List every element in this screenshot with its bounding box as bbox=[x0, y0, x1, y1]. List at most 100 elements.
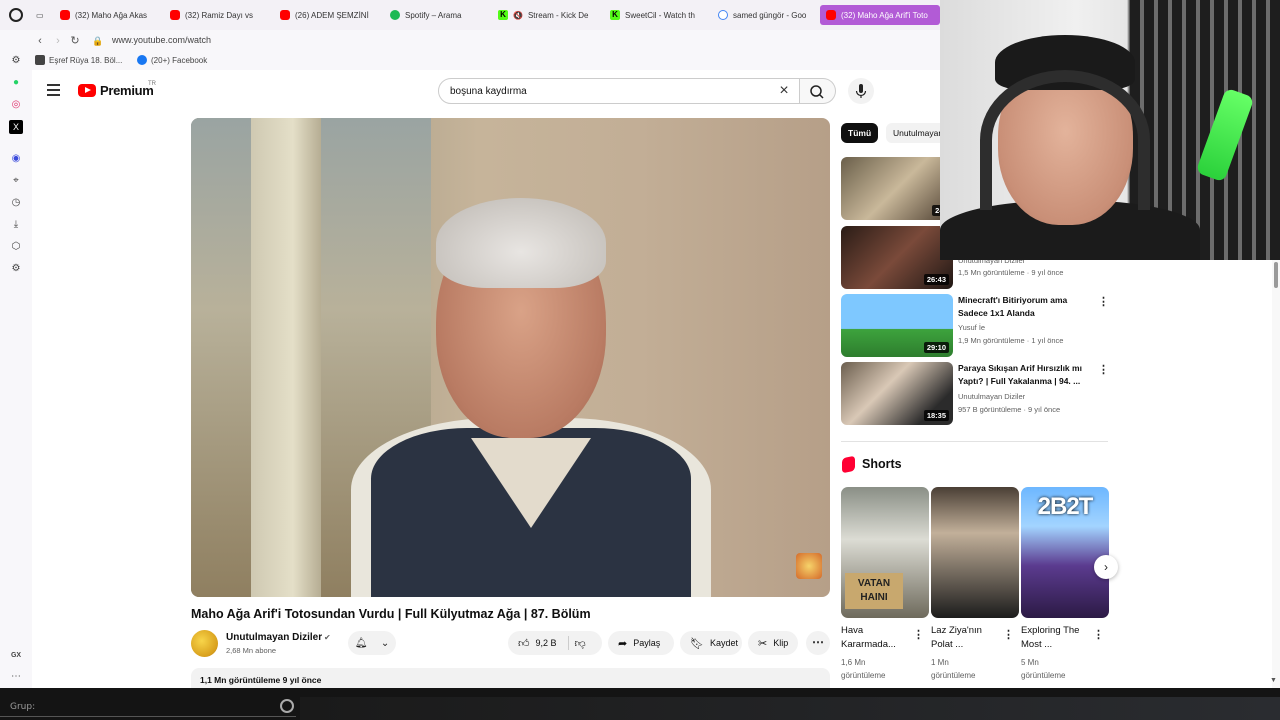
short-title[interactable]: Exploring The Most ... bbox=[1021, 624, 1095, 652]
group-label: Grup: bbox=[10, 702, 36, 712]
google-icon bbox=[718, 10, 728, 20]
tab-5[interactable]: K 🔇 Stream - Kick De bbox=[498, 5, 600, 25]
recommendation-thumbnail[interactable]: 24: bbox=[841, 157, 953, 220]
recommendation-channel[interactable]: Yusuf İe bbox=[958, 323, 985, 332]
search-input[interactable]: boşuna kaydırma bbox=[438, 78, 800, 104]
recommendation-more-icon[interactable]: ⋮ bbox=[1098, 363, 1109, 376]
save-button[interactable]: 🔖︎ Kaydet bbox=[680, 631, 742, 655]
address-bar: ‹ › ↻ 🔒 www.youtube.com/watch bbox=[0, 30, 940, 52]
tab-label: (32) Ramiz Dayı vs bbox=[185, 10, 254, 20]
back-icon[interactable]: ‹ bbox=[32, 33, 48, 49]
scroll-down-icon[interactable]: ▼ bbox=[1270, 677, 1277, 684]
tab-8-active[interactable]: (32) Maho Ağa Arif'i Toto bbox=[820, 5, 940, 25]
youtube-logo[interactable]: Premium bbox=[78, 83, 154, 98]
share-button[interactable]: ➦ Paylaş bbox=[608, 631, 674, 655]
recommendation-meta: 1,5 Mn görüntüleme · 9 yıl önce bbox=[958, 268, 1064, 277]
history-icon[interactable]: ◷ bbox=[9, 196, 23, 210]
like-icon[interactable]: 👍︎ bbox=[518, 637, 530, 650]
tab-2[interactable]: (32) Ramiz Dayı vs bbox=[170, 5, 270, 25]
search-value: boşuna kaydırma bbox=[450, 86, 527, 97]
lock-icon[interactable]: 🔒 bbox=[90, 33, 106, 49]
short-more-icon[interactable]: ⋮ bbox=[1093, 628, 1104, 641]
search-icon bbox=[810, 85, 824, 99]
bookmark-2[interactable]: (20+) Facebook bbox=[137, 55, 207, 65]
taskbar-divider bbox=[0, 716, 296, 717]
extensions-icon[interactable]: ⬡ bbox=[9, 240, 23, 254]
reload-icon[interactable]: ↻ bbox=[67, 33, 83, 49]
recommendation-thumbnail[interactable]: 29:10 bbox=[841, 294, 953, 357]
chip-all[interactable]: Tümü bbox=[841, 123, 879, 143]
bookmark-label: Eşref Rüya 18. Böl... bbox=[49, 55, 123, 65]
recommendation-title[interactable]: Minecraft'ı Bitiriyorum ama Sadece 1x1 A… bbox=[958, 294, 1088, 320]
short-more-icon[interactable]: ⋮ bbox=[1003, 628, 1014, 641]
short-more-icon[interactable]: ⋮ bbox=[913, 628, 924, 641]
muted-speaker-icon[interactable]: 🔇 bbox=[513, 11, 523, 20]
recommendation-meta: 957 B görüntüleme · 9 yıl önce bbox=[958, 405, 1061, 414]
record-icon[interactable] bbox=[280, 699, 294, 713]
section-divider bbox=[841, 441, 1108, 442]
bookmark-1[interactable]: Eşref Rüya 18. Böl... bbox=[35, 55, 122, 65]
recommendation-thumbnail[interactable]: 26:43 bbox=[841, 226, 953, 289]
voice-search-button[interactable] bbox=[848, 78, 874, 104]
tab-7[interactable]: samed güngör - Goo bbox=[718, 5, 818, 25]
tab-4[interactable]: Spotify – Arama bbox=[390, 5, 490, 25]
download-icon[interactable]: ⤓ bbox=[9, 218, 23, 232]
subscription-bell-button[interactable]: 🔔︎ ⌄ bbox=[348, 631, 396, 655]
short-thumbnail[interactable]: 2B2T bbox=[1021, 487, 1109, 618]
menu-icon[interactable] bbox=[47, 84, 61, 96]
search-button[interactable] bbox=[800, 78, 836, 104]
taskbar-area bbox=[300, 697, 1280, 720]
music-player-icon[interactable]: ◉ bbox=[9, 152, 23, 166]
scrollbar[interactable] bbox=[1272, 260, 1280, 688]
channel-avatar[interactable] bbox=[191, 630, 218, 657]
short-title[interactable]: Laz Ziya'nın Polat ... bbox=[931, 624, 1005, 652]
tab-label: (32) Maho Ağa Akas bbox=[75, 10, 148, 20]
scrollbar-thumb[interactable] bbox=[1274, 262, 1278, 288]
recommendation-title[interactable]: Paraya Sıkışan Arif Hırsızlık mı Yaptı? … bbox=[958, 362, 1088, 388]
logo-text: Premium bbox=[100, 83, 154, 98]
youtube-icon bbox=[60, 10, 70, 20]
workspace-icon[interactable]: ▭ bbox=[36, 5, 50, 25]
url-field[interactable]: www.youtube.com/watch bbox=[112, 35, 211, 45]
short-thumbnail[interactable]: VATAN HAINI bbox=[841, 487, 929, 618]
video-title: Maho Ağa Arif'i Totosundan Vurdu | Full … bbox=[191, 607, 591, 621]
tab-label: Stream - Kick De bbox=[527, 10, 589, 20]
channel-watermark-icon[interactable] bbox=[796, 553, 822, 579]
tab-3[interactable]: (26) ADEM ŞEMZİNİ bbox=[280, 5, 380, 25]
video-player[interactable] bbox=[191, 118, 830, 597]
chevron-right-icon[interactable]: › bbox=[1094, 555, 1118, 579]
instagram-icon[interactable]: ◎ bbox=[9, 98, 23, 112]
short-thumbnail-text: VATAN HAINI bbox=[845, 573, 903, 609]
recommendation-channel[interactable]: Unutulmayan Diziler bbox=[958, 392, 1025, 401]
recommendation-thumbnail[interactable]: 18:35 bbox=[841, 362, 953, 425]
opera-logo-icon[interactable] bbox=[9, 8, 23, 22]
chip-channel[interactable]: Unutulmayan bbox=[886, 123, 940, 143]
duration-badge: 29:10 bbox=[923, 342, 949, 353]
clip-button[interactable]: ✂ Klip bbox=[748, 631, 798, 655]
sidebar-rail: ⚙ ● ◎ X ◉ ⌖ ◷ ⤓ ⬡ ⚙ GX ⋯ bbox=[0, 46, 32, 696]
clear-search-icon[interactable]: × bbox=[776, 83, 792, 99]
settings-icon[interactable]: ⚙ bbox=[9, 262, 23, 276]
whatsapp-icon[interactable]: ● bbox=[9, 76, 23, 90]
channel-name[interactable]: Unutulmayan Diziler bbox=[226, 632, 322, 643]
pin-icon[interactable]: ⌖ bbox=[9, 174, 23, 188]
forward-icon[interactable]: › bbox=[50, 33, 66, 49]
duration-badge: 18:35 bbox=[923, 410, 949, 421]
gx-icon[interactable]: GX bbox=[9, 649, 23, 663]
short-thumbnail[interactable] bbox=[931, 487, 1019, 618]
x-twitter-icon[interactable]: X bbox=[9, 120, 23, 134]
kick-icon: K bbox=[610, 10, 620, 20]
short-title[interactable]: Hava Kararmada... bbox=[841, 624, 915, 652]
recommendation-more-icon[interactable]: ⋮ bbox=[1098, 295, 1109, 308]
tab-1[interactable]: (32) Maho Ağa Akas bbox=[60, 5, 160, 25]
bookmark-icon bbox=[35, 55, 45, 65]
dislike-icon[interactable]: 👎︎ bbox=[575, 637, 586, 650]
like-count[interactable]: 9,2 B bbox=[536, 638, 557, 648]
facebook-icon bbox=[137, 55, 147, 65]
like-dislike-group: 👍︎ 9,2 B 👎︎ bbox=[508, 631, 602, 655]
shorts-icon bbox=[842, 455, 855, 474]
more-actions-button[interactable]: ⋯ bbox=[806, 631, 830, 655]
ai-assistant-icon[interactable]: ⚙ bbox=[9, 54, 23, 68]
tab-6[interactable]: K SweetCil - Watch th bbox=[610, 5, 710, 25]
more-icon[interactable]: ⋯ bbox=[9, 670, 23, 684]
